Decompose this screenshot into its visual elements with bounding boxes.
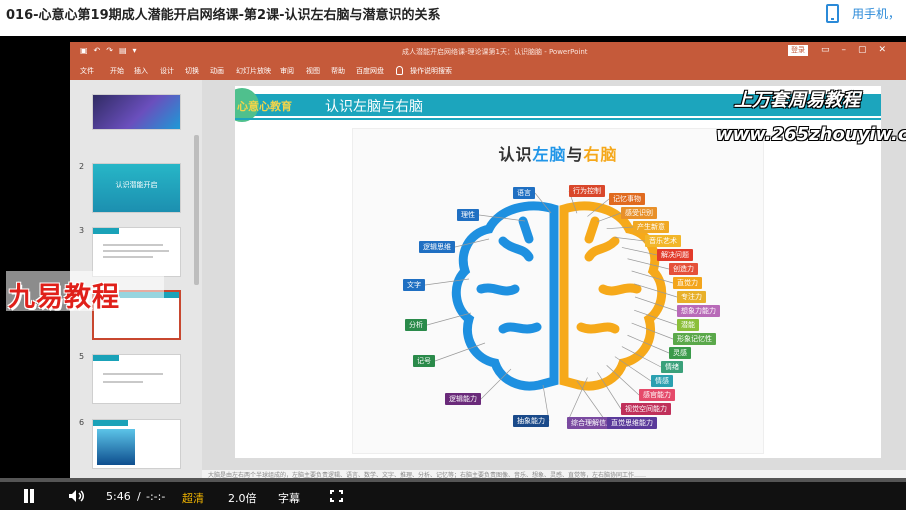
time-total: -:-:- <box>146 490 166 503</box>
slide-thumbnail: 认识潜能开启 <box>92 163 181 213</box>
ppt-login-button: 登录 <box>788 45 808 56</box>
subtitles-button[interactable]: 字幕 <box>278 490 300 506</box>
thumbnail-number: 5 <box>79 352 85 361</box>
player-controls: 5:46 / -:-:- 超清 2.0倍 字幕 <box>0 482 906 510</box>
left-brain-label: 逻辑能力 <box>445 393 481 405</box>
right-brain-label: 行为控制 <box>569 185 605 197</box>
ribbon-tab-slideshow: 幻灯片放映 <box>236 67 271 75</box>
right-brain-label: 感官能力 <box>639 389 675 401</box>
right-brain-label: 直觉思维能力 <box>607 417 657 429</box>
left-brain-icon <box>451 201 559 391</box>
right-brain-label: 灵感 <box>669 347 691 359</box>
ribbon-tab-animations: 动画 <box>210 67 224 75</box>
ribbon-tab-baidu: 百度网盘 <box>356 67 384 75</box>
lightbulb-icon <box>396 66 403 75</box>
left-brain-label: 逻辑思维 <box>419 241 455 253</box>
right-brain-label: 情感 <box>651 375 673 387</box>
brain-figure: 认识左脑与右脑 语言 理性 逻辑思维 文字 分析 记号 逻辑能力 抽象能力 行为… <box>352 128 764 454</box>
speed-button[interactable]: 2.0倍 <box>228 490 257 506</box>
right-brain-label: 视觉空间能力 <box>621 403 671 415</box>
ppt-window-title: 成人潜能开启网络课-理论课第1天：认识脑脑 - PowerPoint <box>402 48 588 56</box>
pause-icon[interactable] <box>22 489 36 503</box>
right-brain-label: 潜能 <box>677 319 699 331</box>
ppt-title-bar: ▣↶↷▤▾ 成人潜能开启网络课-理论课第1天：认识脑脑 - PowerPoint… <box>70 42 906 62</box>
right-brain-label: 产生新意 <box>633 221 669 233</box>
thumbnail-title: 认识潜能开启 <box>115 181 158 189</box>
video-player[interactable]: ▣↶↷▤▾ 成人潜能开启网络课-理论课第1天：认识脑脑 - PowerPoint… <box>0 36 906 510</box>
window-controls: ▭–▢✕ <box>820 45 898 55</box>
quality-button[interactable]: 超清 <box>182 490 204 506</box>
right-brain-label: 直觉力 <box>673 277 702 289</box>
ribbon-search: 操作说明搜索 <box>410 67 452 75</box>
ppt-ribbon: 文件 开始 插入 设计 切换 动画 幻灯片放映 审阅 视图 帮助 百度网盘 操作… <box>70 62 906 80</box>
ribbon-tab-design: 设计 <box>160 67 174 75</box>
slide-brand: 心意心教育 <box>237 100 292 113</box>
thumbnail-number: 3 <box>79 226 85 235</box>
thumbnail-number: 2 <box>79 162 85 171</box>
thumbnails-scrollbar <box>194 135 199 285</box>
top-bar: 016-心意心第19期成人潜能开启网络课-第2课-认识左右脑与潜意识的关系 用手… <box>0 0 906 36</box>
volume-icon[interactable] <box>68 489 86 503</box>
slide-thumbnail <box>92 354 181 404</box>
left-brain-label: 分析 <box>405 319 427 331</box>
ribbon-tab-insert: 插入 <box>134 67 148 75</box>
slide-header-underline <box>235 118 881 120</box>
ribbon-tab-help: 帮助 <box>331 67 345 75</box>
time-current: 5:46 <box>106 490 131 503</box>
right-brain-label: 音乐艺术 <box>645 235 681 247</box>
phone-icon[interactable] <box>826 4 839 23</box>
quick-access-icons: ▣↶↷▤▾ <box>80 46 143 55</box>
watermark-top: 上万套周易教程 <box>734 90 860 111</box>
left-brain-label: 文字 <box>403 279 425 291</box>
page-root: 016-心意心第19期成人潜能开启网络课-第2课-认识左右脑与潜意识的关系 用手… <box>0 0 906 510</box>
slide-thumbnail <box>92 227 181 277</box>
left-brain-label: 抽象能力 <box>513 415 549 427</box>
ribbon-tab-file: 文件 <box>80 67 94 75</box>
ribbon-tab-view: 视图 <box>306 67 320 75</box>
time-separator: / <box>137 490 141 503</box>
page-title: 016-心意心第19期成人潜能开启网络课-第2课-认识左右脑与潜意识的关系 <box>6 8 441 23</box>
slide-heading: 认识左脑与右脑 <box>325 99 423 115</box>
watermark-left: 九易教程 <box>8 282 120 313</box>
ribbon-tab-transitions: 切换 <box>185 67 199 75</box>
right-brain-label: 感受识别 <box>621 207 657 219</box>
thumbnail-number: 6 <box>79 418 85 427</box>
phone-watch-link[interactable]: 用手机， <box>852 5 900 22</box>
slide-thumbnail <box>92 419 181 469</box>
right-brain-label: 创造力 <box>669 263 698 275</box>
right-brain-label: 想象力能力 <box>677 305 720 317</box>
fullscreen-icon[interactable] <box>330 490 343 502</box>
right-brain-label: 形象记忆性 <box>673 333 716 345</box>
watermark-url: www.265zhouyiw.com <box>716 124 906 145</box>
left-brain-label: 理性 <box>457 209 479 221</box>
right-brain-label: 专注力 <box>677 291 706 303</box>
right-brain-label: 情绪 <box>661 361 683 373</box>
left-brain-label: 语言 <box>513 187 535 199</box>
left-brain-label: 记号 <box>413 355 435 367</box>
ribbon-tab-review: 审阅 <box>280 67 294 75</box>
right-brain-label: 解决问题 <box>657 249 693 261</box>
slide-thumbnail <box>92 94 181 130</box>
ribbon-tab-home: 开始 <box>110 67 124 75</box>
right-brain-label: 记忆事物 <box>609 193 645 205</box>
